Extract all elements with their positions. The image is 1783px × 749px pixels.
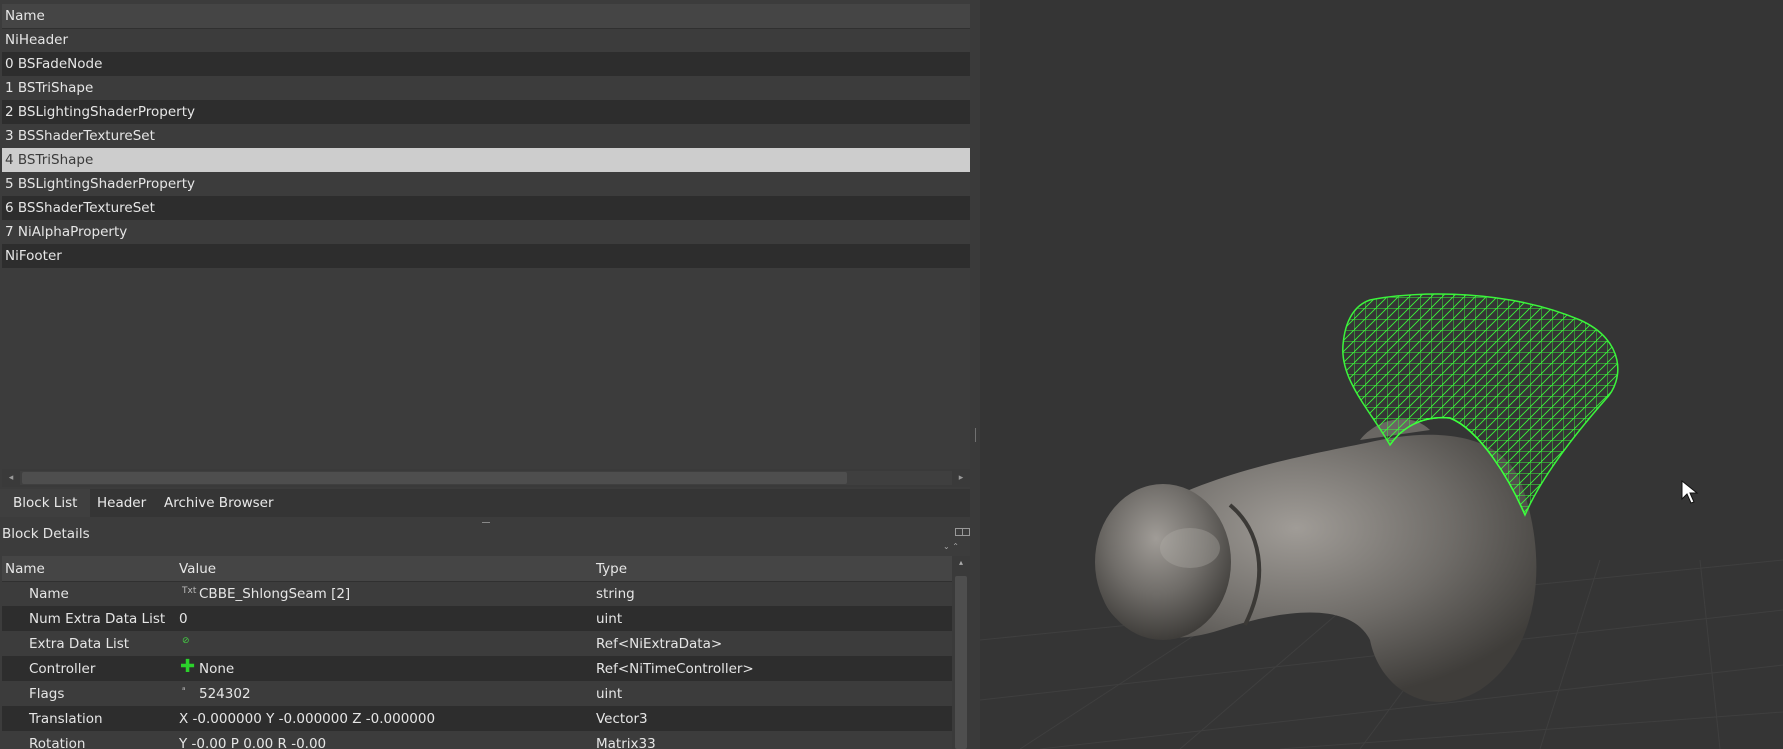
- details-row-num-extra-data-list[interactable]: Num Extra Data List 0 uint: [2, 606, 952, 631]
- tree-item-bslightingshaderproperty-2[interactable]: 2 BSLightingShaderProperty: [2, 100, 970, 124]
- mouse-cursor-icon: [1681, 479, 1699, 504]
- tab-header[interactable]: Header: [84, 489, 159, 517]
- col-value-header[interactable]: Value: [179, 561, 216, 577]
- tree-item-label: 2 BSLightingShaderProperty: [5, 104, 195, 120]
- field-type: Ref<NiExtraData>: [596, 636, 723, 652]
- tab-block-list[interactable]: Block List: [0, 489, 91, 517]
- details-row-extra-data-list[interactable]: Extra Data List ⊘ Ref<NiExtraData>: [2, 631, 952, 656]
- tab-archive-browser[interactable]: Archive Browser: [151, 489, 287, 517]
- flag-icon[interactable]: ᵃ: [182, 686, 186, 696]
- tree-item-bsfadenode[interactable]: 0 BSFadeNode: [2, 52, 970, 76]
- link-icon[interactable]: ⊘: [182, 636, 190, 646]
- text-icon: Txt: [182, 586, 197, 596]
- field-type: uint: [596, 686, 623, 702]
- field-name: Extra Data List: [29, 636, 130, 652]
- tree-item-bsshadertextureset-6[interactable]: 6 BSShaderTextureSet: [2, 196, 970, 220]
- field-value[interactable]: X -0.000000 Y -0.000000 Z -0.000000: [179, 711, 435, 727]
- field-value[interactable]: Y -0.00 P 0.00 R -0.00: [179, 736, 326, 749]
- tree-item-nifooter[interactable]: NiFooter: [2, 244, 970, 268]
- tree-item-label: NiFooter: [5, 248, 62, 264]
- tree-item-nialphaproperty-7[interactable]: 7 NiAlphaProperty: [2, 220, 970, 244]
- field-name: Controller: [29, 661, 96, 677]
- scroll-left-arrow-icon[interactable]: ◂: [4, 471, 18, 485]
- details-row-flags[interactable]: Flags ᵃ 524302 uint: [2, 681, 952, 706]
- block-details-title: Block Details: [2, 526, 90, 542]
- field-type: uint: [596, 611, 623, 627]
- tree-header-label: Name: [5, 8, 45, 24]
- tree-item-bslightingshaderproperty-5[interactable]: 5 BSLightingShaderProperty: [2, 172, 970, 196]
- field-name: Flags: [29, 686, 65, 702]
- block-details-table[interactable]: Name Value Type Name Txt CBBE_ShlongSeam…: [2, 556, 952, 749]
- field-value[interactable]: CBBE_ShlongSeam [2]: [199, 586, 350, 602]
- details-header-row: Name Value Type: [2, 556, 952, 582]
- splitter-grip[interactable]: [975, 428, 976, 442]
- tree-item-label: 7 NiAlphaProperty: [5, 224, 128, 240]
- close-icon[interactable]: [962, 528, 970, 536]
- tree-item-bstrishape-1[interactable]: 1 BSTriShape: [2, 76, 970, 100]
- tree-item-label: 4 BSTriShape: [5, 152, 94, 168]
- field-type: string: [596, 586, 635, 602]
- tree-horizontal-scrollbar[interactable]: ◂ ▸: [2, 469, 970, 487]
- col-type-header[interactable]: Type: [596, 561, 627, 577]
- tree-item-bstrishape-4[interactable]: 4 BSTriShape: [2, 148, 970, 172]
- scroll-thumb[interactable]: [22, 472, 847, 484]
- details-vertical-scrollbar[interactable]: ▴: [952, 556, 970, 749]
- scroll-right-arrow-icon[interactable]: ▸: [954, 471, 968, 485]
- tree-item-label: 5 BSLightingShaderProperty: [5, 176, 195, 192]
- field-name: Translation: [29, 711, 103, 727]
- render-viewport[interactable]: [980, 0, 1783, 749]
- tree-item-label: 6 BSShaderTextureSet: [5, 200, 155, 216]
- field-value[interactable]: 0: [179, 611, 188, 627]
- scroll-thumb[interactable]: [955, 576, 967, 749]
- tree-item-niheader[interactable]: NiHeader: [2, 28, 970, 52]
- viewport-canvas[interactable]: [980, 0, 1783, 749]
- mesh-model: [1095, 419, 1537, 702]
- tree-item-label: 3 BSShaderTextureSet: [5, 128, 155, 144]
- tree-column-header[interactable]: Name: [2, 4, 970, 29]
- plus-icon[interactable]: ✚: [180, 658, 195, 676]
- tab-bar: Block List Header Archive Browser: [0, 489, 970, 517]
- tree-item-bsshadertextureset-3[interactable]: 3 BSShaderTextureSet: [2, 124, 970, 148]
- dock-separator-handle[interactable]: [482, 522, 490, 523]
- details-row-rotation[interactable]: Rotation Y -0.00 P 0.00 R -0.00 Matrix33: [2, 731, 952, 749]
- dock-buttons[interactable]: [955, 528, 970, 536]
- field-type: Matrix33: [596, 736, 656, 749]
- field-value[interactable]: None: [199, 661, 234, 677]
- field-type: Ref<NiTimeController>: [596, 661, 754, 677]
- scroll-up-arrow-icon[interactable]: ▴: [954, 558, 968, 567]
- field-value[interactable]: 524302: [199, 686, 251, 702]
- details-row-translation[interactable]: Translation X -0.000000 Y -0.000000 Z -0…: [2, 706, 952, 731]
- sort-arrows-icon[interactable]: ⌄ ⌃: [943, 542, 959, 551]
- left-panel: Name NiHeader 0 BSFadeNode 1 BSTriShape …: [0, 0, 980, 749]
- col-name-header[interactable]: Name: [5, 561, 45, 577]
- details-row-controller[interactable]: Controller ✚ None Ref<NiTimeController>: [2, 656, 952, 681]
- tree-item-label: 1 BSTriShape: [5, 80, 94, 96]
- block-list-tree[interactable]: Name NiHeader 0 BSFadeNode 1 BSTriShape …: [2, 4, 970, 470]
- tree-item-label: NiHeader: [5, 32, 69, 48]
- field-name: Rotation: [29, 736, 86, 749]
- field-name: Num Extra Data List: [29, 611, 166, 627]
- details-row-name[interactable]: Name Txt CBBE_ShlongSeam [2] string: [2, 581, 952, 606]
- tree-item-label: 0 BSFadeNode: [5, 56, 103, 72]
- field-name: Name: [29, 586, 69, 602]
- field-type: Vector3: [596, 711, 648, 727]
